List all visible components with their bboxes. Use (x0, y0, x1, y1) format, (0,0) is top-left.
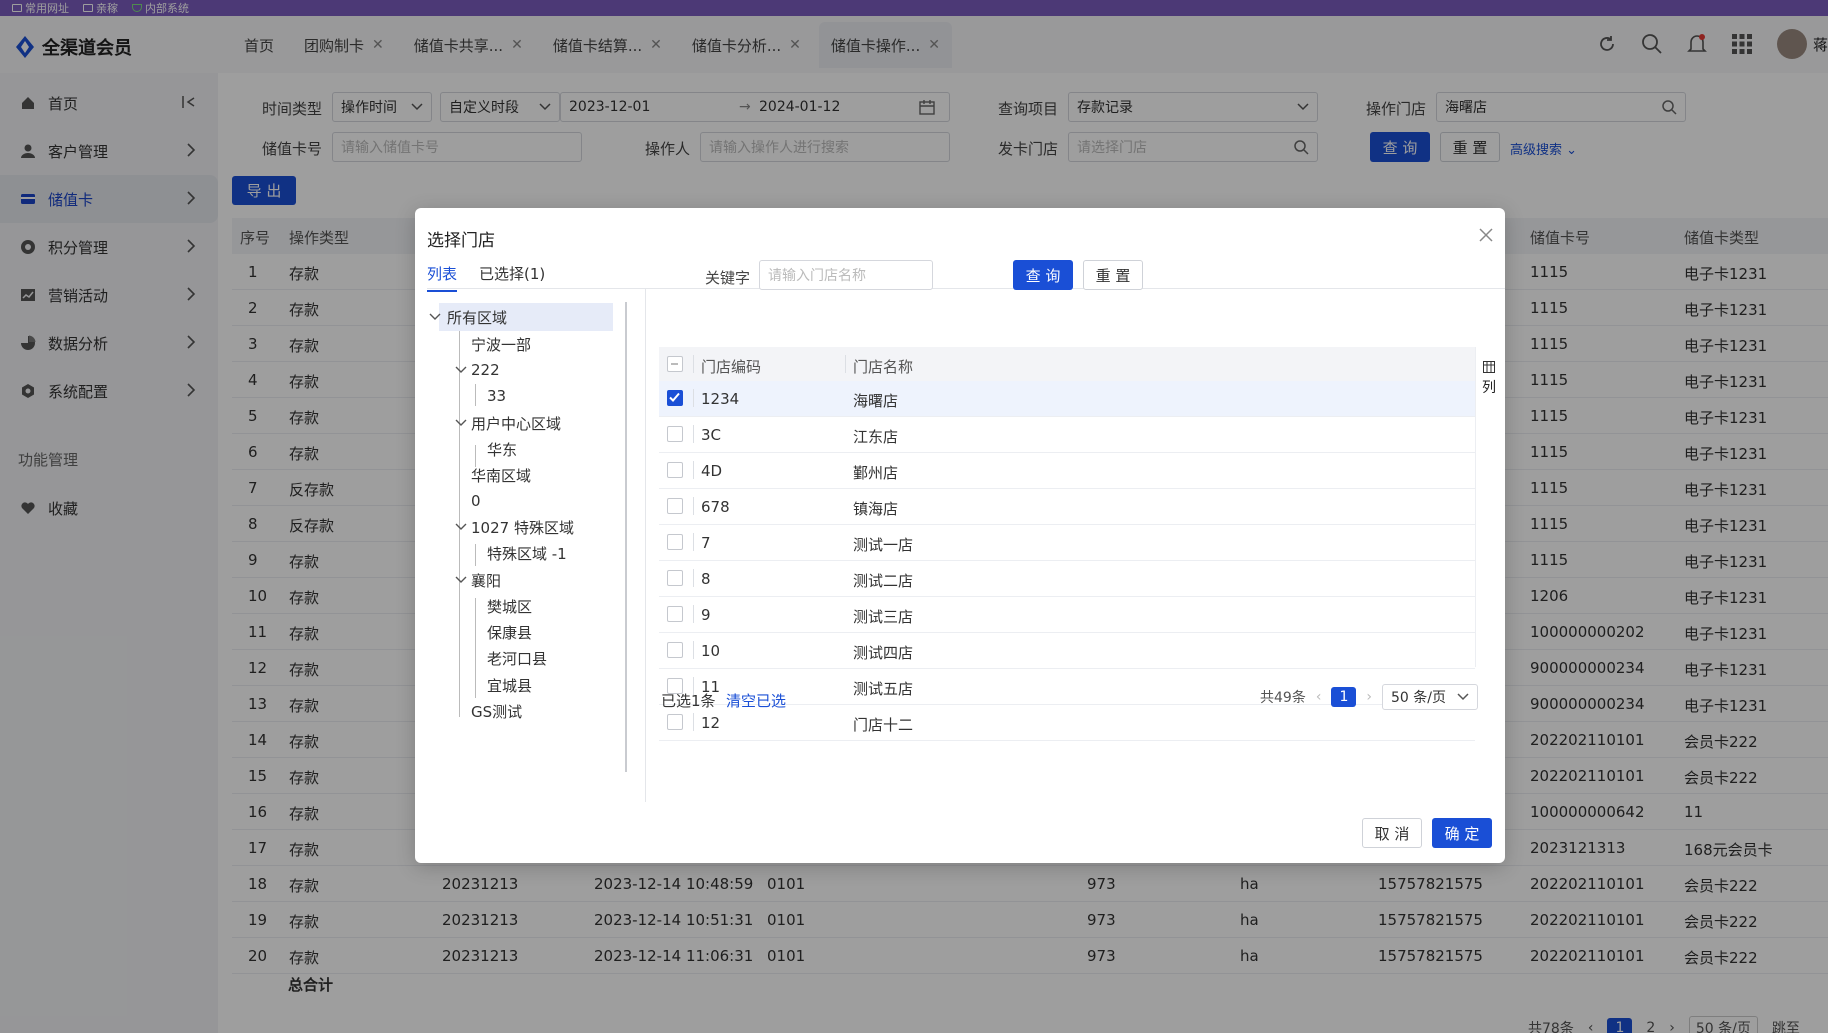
keyword-label: 关键字 (705, 269, 751, 287)
tree-node[interactable]: 特殊区域 -1 (487, 539, 567, 567)
clear-selected-link[interactable]: 清空已选 (726, 690, 786, 711)
next-page-icon[interactable]: › (1366, 689, 1372, 705)
store-code: 3C (701, 426, 722, 444)
page-size-select[interactable]: 50 条/页 (1381, 684, 1478, 710)
divider (427, 288, 1505, 289)
row-checkbox[interactable] (667, 606, 683, 622)
store-code: 1234 (701, 390, 740, 408)
tree-node[interactable]: 宁波一部 (471, 330, 531, 358)
tree-node[interactable]: 0 (471, 487, 481, 515)
select-all-checkbox[interactable] (667, 356, 683, 372)
store-name: 测试四店 (853, 644, 914, 662)
tree-node[interactable]: 用户中心区域 (455, 409, 561, 437)
store-name: 测试五店 (853, 680, 914, 698)
selected-count: 已选1条 (661, 692, 716, 710)
vertical-divider (645, 288, 646, 802)
row-checkbox[interactable] (667, 570, 683, 586)
columns-icon (1483, 361, 1495, 373)
store-row[interactable]: 4D 鄞州店 (659, 453, 1475, 489)
store-row[interactable]: 1234 海曙店 (659, 381, 1475, 417)
prev-page-icon[interactable]: ‹ (1316, 689, 1322, 705)
store-row[interactable]: 7 测试一店 (659, 525, 1475, 561)
store-name: 鄞州店 (853, 464, 899, 482)
store-row[interactable]: 8 测试二店 (659, 561, 1475, 597)
store-row[interactable]: 9 测试三店 (659, 597, 1475, 633)
region-tree: 所有区域 宁波一部 222 33 用户中心区域 华东 华南区域 0 1027 特… (427, 302, 639, 802)
tree-node[interactable]: 保康县 (487, 618, 532, 646)
check-icon (669, 392, 680, 402)
row-checkbox[interactable] (667, 390, 683, 406)
tree-node[interactable]: 华东 (487, 435, 517, 463)
keyword-input[interactable]: 请输入门店名称 (759, 260, 933, 290)
store-row[interactable]: 678 镇海店 (659, 489, 1475, 525)
tree-node[interactable]: 33 (487, 382, 506, 410)
row-checkbox[interactable] (667, 426, 683, 442)
cancel-button[interactable]: 取 消 (1362, 818, 1422, 848)
chevron-down-icon (1457, 693, 1469, 701)
chevron-down-icon[interactable] (455, 576, 467, 584)
row-checkbox[interactable] (667, 498, 683, 514)
chevron-down-icon[interactable] (455, 366, 467, 374)
select-store-modal: 选择门店 列表 已选择(1) 所有区域 宁波一部 222 33 用户中心区域 华… (415, 208, 1505, 863)
store-code: 9 (701, 606, 711, 624)
store-name: 测试二店 (853, 572, 914, 590)
store-row[interactable]: 10 测试四店 (659, 633, 1475, 669)
store-name: 海曙店 (853, 392, 899, 410)
store-name: 镇海店 (853, 500, 899, 518)
tree-node[interactable]: 宜城县 (487, 671, 532, 699)
chevron-down-icon[interactable] (455, 523, 467, 531)
store-name: 江东店 (853, 428, 899, 446)
store-code: 7 (701, 534, 711, 552)
store-name: 门店十二 (853, 716, 914, 734)
column-settings[interactable]: 列 (1475, 347, 1501, 667)
store-row[interactable]: 3C 江东店 (659, 417, 1475, 453)
tree-node-all[interactable]: 所有区域 (429, 303, 613, 331)
modal-pagination: 共49条 ‹ 1 › 50 条/页 (1260, 684, 1478, 710)
tree-node[interactable]: GS测试 (471, 697, 522, 725)
store-name: 测试一店 (853, 536, 914, 554)
grid-header: 门店编码 门店名称 (659, 347, 1475, 381)
store-code: 4D (701, 462, 723, 480)
page-number[interactable]: 1 (1331, 687, 1357, 707)
tree-node[interactable]: 樊城区 (487, 592, 532, 620)
tree-node[interactable]: 222 (455, 356, 500, 384)
tree-node[interactable]: 1027 特殊区域 (455, 513, 574, 541)
chevron-down-icon[interactable] (455, 419, 467, 427)
store-code: 8 (701, 570, 711, 588)
row-checkbox[interactable] (667, 642, 683, 658)
row-checkbox[interactable] (667, 462, 683, 478)
modal-title: 选择门店 (427, 231, 495, 251)
row-checkbox[interactable] (667, 714, 683, 730)
chevron-down-icon[interactable] (429, 313, 441, 321)
modal-search-button[interactable]: 查 询 (1013, 260, 1073, 290)
tree-node[interactable]: 襄阳 (455, 566, 501, 594)
store-code: 12 (701, 714, 721, 732)
store-code: 10 (701, 642, 721, 660)
store-name: 测试三店 (853, 608, 914, 626)
tree-node[interactable]: 老河口县 (487, 644, 547, 672)
tree-node[interactable]: 华南区域 (471, 461, 531, 489)
modal-reset-button[interactable]: 重 置 (1083, 260, 1143, 290)
close-icon[interactable] (1479, 228, 1493, 242)
store-code: 678 (701, 498, 730, 516)
row-checkbox[interactable] (667, 534, 683, 550)
confirm-button[interactable]: 确 定 (1432, 818, 1492, 848)
